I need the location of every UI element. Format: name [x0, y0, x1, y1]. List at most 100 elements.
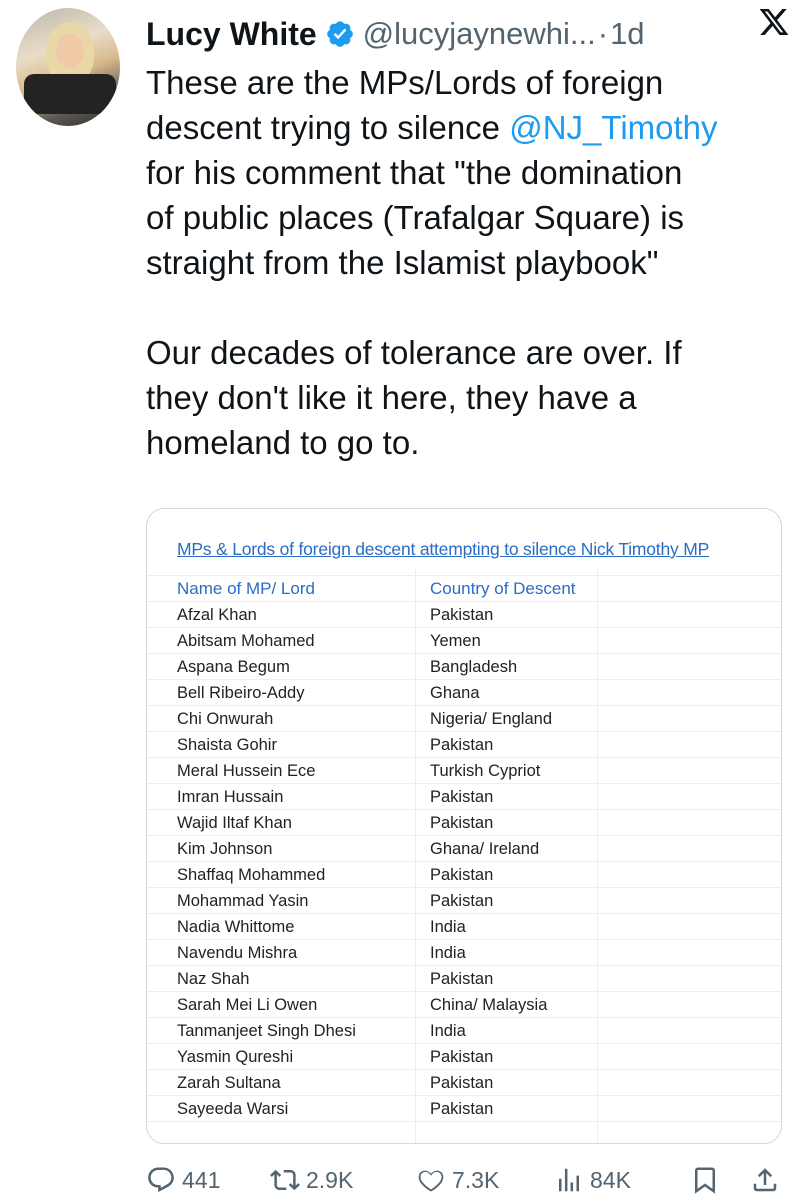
sheet-title: MPs & Lords of foreign descent attemptin… — [177, 539, 710, 559]
views-count: 84K — [590, 1166, 631, 1193]
cell-country: Pakistan — [430, 892, 494, 910]
table-row: Sarah Mei Li Owen China/ Malaysia — [147, 993, 781, 1019]
attached-image[interactable]: MPs & Lords of foreign descent attemptin… — [146, 508, 782, 1144]
separator-dot: · — [597, 16, 609, 51]
reply-icon — [148, 1167, 174, 1193]
table-row: Shaista Gohir Pakistan — [147, 733, 781, 759]
action-bar: 441 2.9K 7.3K 84K — [146, 1160, 796, 1200]
cell-country: Pakistan — [430, 788, 494, 806]
share-icon — [753, 1168, 777, 1192]
bookmark-button[interactable] — [690, 1160, 726, 1200]
author-handle[interactable]: @lucyjaynewhi... — [363, 16, 596, 52]
cell-country: Yemen — [430, 632, 481, 650]
cell-name: Yasmin Qureshi — [177, 1048, 294, 1066]
table-row: Tanmanjeet Singh Dhesi India — [147, 1019, 781, 1045]
cell-name: Mohammad Yasin — [177, 892, 309, 910]
tweet-time[interactable]: 1d — [610, 16, 644, 52]
views-button[interactable]: 84K — [554, 1160, 631, 1200]
cell-country: Pakistan — [430, 866, 494, 884]
cell-name: Tanmanjeet Singh Dhesi — [177, 1022, 356, 1040]
table-row: Abitsam Mohamed Yemen — [147, 629, 781, 655]
cell-name: Imran Hussain — [177, 788, 284, 806]
cell-country: Nigeria/ England — [430, 710, 552, 728]
table-row: Mohammad Yasin Pakistan — [147, 889, 781, 915]
cell-country: Pakistan — [430, 970, 494, 988]
cell-name: Wajid Iltaf Khan — [177, 814, 292, 832]
cell-country: Turkish Cypriot — [430, 762, 541, 780]
table-row: Naz Shah Pakistan — [147, 967, 781, 993]
cell-country: Ghana — [430, 684, 480, 702]
table-row: Zarah Sultana Pakistan — [147, 1071, 781, 1097]
cell-name: Afzal Khan — [177, 606, 257, 624]
cell-name: Bell Ribeiro-Addy — [177, 684, 305, 702]
reply-button[interactable]: 441 — [146, 1160, 220, 1200]
table-row: Yasmin Qureshi Pakistan — [147, 1045, 781, 1071]
cell-country: India — [430, 1022, 466, 1040]
tweet-line: they don't like it here, they have a — [146, 379, 637, 416]
table-row: Wajid Iltaf Khan Pakistan — [147, 811, 781, 837]
like-icon — [418, 1170, 444, 1192]
cell-country: India — [430, 918, 466, 936]
table-row: Sayeeda Warsi Pakistan — [147, 1097, 781, 1123]
avatar-camera — [24, 74, 116, 114]
bookmark-icon — [695, 1167, 715, 1194]
tweet-line: homeland to go to. — [146, 424, 420, 461]
cell-country: India — [430, 944, 466, 962]
grid-hline — [147, 575, 781, 576]
tweet-line: of public places (Trafalgar Square) is — [146, 199, 685, 236]
cell-country: Pakistan — [430, 1100, 494, 1118]
cell-country: Pakistan — [430, 1048, 494, 1066]
author-avatar[interactable] — [16, 8, 120, 126]
cell-name: Abitsam Mohamed — [177, 632, 315, 650]
verified-badge-icon — [326, 21, 353, 47]
grid-hline — [147, 601, 781, 602]
table-row: Bell Ribeiro-Addy Ghana — [147, 681, 781, 707]
table-row: Afzal Khan Pakistan — [147, 603, 781, 629]
like-button[interactable]: 7.3K — [416, 1160, 499, 1200]
table-row: Chi Onwurah Nigeria/ England — [147, 707, 781, 733]
tweet-text: These are the MPs/Lords of foreign desce… — [146, 60, 796, 465]
cell-name: Sarah Mei Li Owen — [177, 996, 318, 1014]
cell-name: Kim Johnson — [177, 840, 273, 858]
cell-country: China/ Malaysia — [430, 996, 548, 1014]
cell-name: Shaista Gohir — [177, 736, 277, 754]
cell-name: Shaffaq Mohammed — [177, 866, 326, 884]
cell-country: Ghana/ Ireland — [430, 840, 540, 858]
repost-count: 2.9K — [306, 1166, 354, 1193]
table-row: Shaffaq Mohammed Pakistan — [147, 863, 781, 889]
cell-name: Navendu Mishra — [177, 944, 298, 962]
column-header-country: Country of Descent — [430, 579, 576, 598]
cell-country: Pakistan — [430, 814, 494, 832]
cell-country: Pakistan — [430, 736, 494, 754]
reply-count: 441 — [182, 1166, 221, 1193]
tweet-line-text: descent trying to silence — [146, 109, 510, 146]
repost-icon — [270, 1169, 300, 1191]
views-icon — [559, 1168, 579, 1192]
table-row: Navendu Mishra India — [147, 941, 781, 967]
cell-country: Bangladesh — [430, 658, 518, 676]
mention-link[interactable]: @NJ_Timothy — [509, 109, 717, 146]
tweet-line: These are the MPs/Lords of foreign — [146, 64, 664, 101]
cell-country: Pakistan — [430, 606, 494, 624]
cell-country: Pakistan — [430, 1074, 494, 1092]
cell-name: Chi Onwurah — [177, 710, 274, 728]
cell-name: Naz Shah — [177, 970, 250, 988]
table-row: Meral Hussein Ece Turkish Cypriot — [147, 759, 781, 785]
tweet-line: straight from the Islamist playbook" — [146, 244, 659, 281]
like-count: 7.3K — [452, 1166, 500, 1193]
author-name[interactable]: Lucy White — [146, 16, 317, 53]
table-row: Kim Johnson Ghana/ Ireland — [147, 837, 781, 863]
tweet-line: for his comment that "the domination — [146, 154, 683, 191]
table-row: Aspana Begum Bangladesh — [147, 655, 781, 681]
cell-name: Zarah Sultana — [177, 1074, 281, 1092]
x-logo-icon[interactable] — [758, 6, 790, 38]
tweet-header: Lucy White @lucyjaynewhi... · 1d — [146, 12, 796, 56]
table-row: Imran Hussain Pakistan — [147, 785, 781, 811]
repost-button[interactable]: 2.9K — [270, 1160, 353, 1200]
cell-name: Sayeeda Warsi — [177, 1100, 289, 1118]
share-button[interactable] — [750, 1160, 786, 1200]
cell-name: Meral Hussein Ece — [177, 762, 316, 780]
cell-name: Aspana Begum — [177, 658, 290, 676]
avatar-face — [56, 34, 84, 68]
